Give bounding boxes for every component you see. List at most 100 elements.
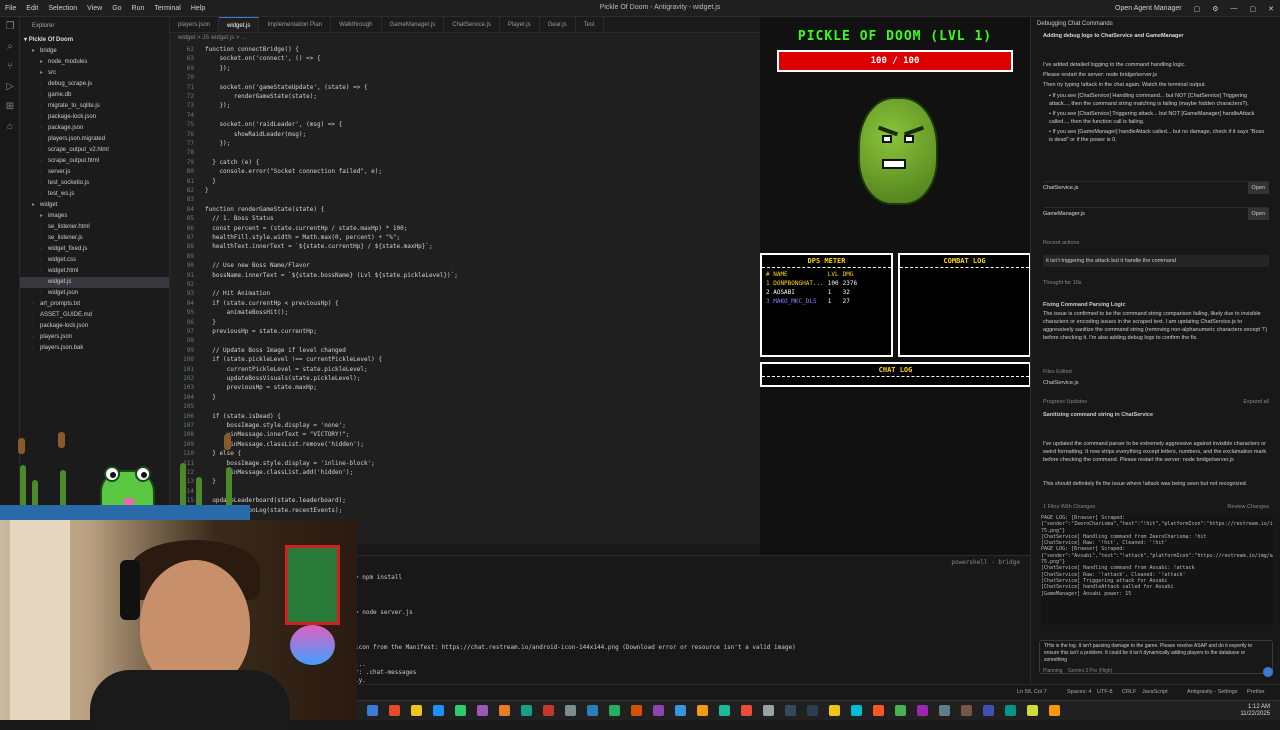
- taskbar-app-icon[interactable]: [1027, 705, 1038, 716]
- taskbar-app-icon[interactable]: [983, 705, 994, 716]
- editor-tab[interactable]: Implementation Plan: [259, 17, 332, 32]
- editor-tab[interactable]: widget.js: [219, 17, 260, 32]
- file-item[interactable]: · scrape_output_v2.html: [20, 145, 169, 156]
- file-item[interactable]: · widget_fixed.js: [20, 244, 169, 255]
- file-item[interactable]: · widget.json: [20, 288, 169, 299]
- expand-all-button[interactable]: Expand all: [1043, 398, 1269, 406]
- file-item[interactable]: · game.db: [20, 90, 169, 101]
- file-item[interactable]: · server.js: [20, 167, 169, 178]
- file-item[interactable]: · players.json.bak: [20, 343, 169, 354]
- file-item[interactable]: · widget.css: [20, 255, 169, 266]
- taskbar-app-icon[interactable]: [587, 705, 598, 716]
- taskbar-app-icon[interactable]: [1005, 705, 1016, 716]
- folder-item[interactable]: ▸ src: [20, 68, 169, 79]
- minimize-button[interactable]: —: [1231, 5, 1238, 12]
- open-file-button[interactable]: Open: [1247, 182, 1269, 194]
- review-changes-button[interactable]: Review Changes: [1043, 503, 1269, 511]
- file-item[interactable]: · players.json: [20, 332, 169, 343]
- file-item[interactable]: · package.json: [20, 123, 169, 134]
- search-icon[interactable]: ⌕: [0, 37, 20, 57]
- send-button[interactable]: [1263, 667, 1273, 677]
- editor-tab[interactable]: GameManager.js: [382, 17, 445, 32]
- taskbar-app-icon[interactable]: [609, 705, 620, 716]
- encoding[interactable]: UTF-8: [1097, 689, 1113, 695]
- editor-tab[interactable]: ChatService.js: [444, 17, 500, 32]
- taskbar-app-icon[interactable]: [411, 705, 422, 716]
- taskbar-app-icon[interactable]: [455, 705, 466, 716]
- open-file-button[interactable]: Open: [1247, 208, 1269, 220]
- file-item[interactable]: · package-lock.json: [20, 112, 169, 123]
- menu-selection[interactable]: Selection: [48, 5, 77, 12]
- taskbar-app-icon[interactable]: [961, 705, 972, 716]
- folder-item[interactable]: ▸ widget: [20, 200, 169, 211]
- taskbar-app-icon[interactable]: [939, 705, 950, 716]
- folder-item[interactable]: ▸ images: [20, 211, 169, 222]
- taskbar-app-icon[interactable]: [543, 705, 554, 716]
- menu-edit[interactable]: Edit: [26, 5, 38, 12]
- model-selector[interactable]: Gemini 3 Pro (High): [1068, 668, 1112, 674]
- file-item[interactable]: · migrate_to_sqlite.js: [20, 101, 169, 112]
- explorer-icon[interactable]: ❐: [0, 17, 20, 37]
- file-item[interactable]: · widget.html: [20, 266, 169, 277]
- language-mode[interactable]: JavaScript: [1142, 689, 1168, 695]
- taskbar-app-icon[interactable]: [477, 705, 488, 716]
- taskbar-app-icon[interactable]: [741, 705, 752, 716]
- taskbar-app-icon[interactable]: [433, 705, 444, 716]
- menu-file[interactable]: File: [5, 5, 16, 12]
- line-ending[interactable]: CRLF: [1122, 689, 1136, 695]
- prettier-status[interactable]: Prettier: [1247, 689, 1265, 695]
- taskbar-app-icon[interactable]: [917, 705, 928, 716]
- editor-tab[interactable]: Gear.js: [540, 17, 576, 32]
- source-control-icon[interactable]: ⑂: [0, 57, 20, 77]
- taskbar-app-icon[interactable]: [829, 705, 840, 716]
- close-window-button[interactable]: ✕: [1268, 5, 1274, 13]
- taskbar-app-icon[interactable]: [719, 705, 730, 716]
- taskbar-app-icon[interactable]: [1049, 705, 1060, 716]
- code-editor[interactable]: 62 function connectBridge() {63 socket.on…: [170, 44, 760, 544]
- file-item[interactable]: · players.json.migrated: [20, 134, 169, 145]
- file-item[interactable]: · scrape_output.html: [20, 156, 169, 167]
- layout-icon[interactable]: ▢: [1194, 5, 1201, 13]
- file-item[interactable]: · se_listener.js: [20, 233, 169, 244]
- file-item[interactable]: · test_ws.js: [20, 189, 169, 200]
- thought-label[interactable]: Thought for 10s: [1043, 279, 1269, 287]
- file-item[interactable]: · package-lock.json: [20, 321, 169, 332]
- taskbar-app-icon[interactable]: [565, 705, 576, 716]
- menu-go[interactable]: Go: [112, 5, 121, 12]
- file-item[interactable]: · ASSET_GUIDE.md: [20, 310, 169, 321]
- maximize-button[interactable]: ▢: [1250, 5, 1257, 13]
- extensions-icon[interactable]: ⊞: [0, 97, 20, 117]
- menu-view[interactable]: View: [87, 5, 102, 12]
- file-item[interactable]: · art_prompts.txt: [20, 299, 169, 310]
- taskbar-app-icon[interactable]: [851, 705, 862, 716]
- file-item[interactable]: · test_socketio.js: [20, 178, 169, 189]
- cursor-position[interactable]: Ln 58, Col 7: [1017, 689, 1047, 695]
- editor-tab[interactable]: Test: [576, 17, 604, 32]
- file-item[interactable]: · widget.js: [20, 277, 169, 288]
- taskbar-app-icon[interactable]: [895, 705, 906, 716]
- run-debug-icon[interactable]: ▷: [0, 77, 20, 97]
- taskbar-app-icon[interactable]: [631, 705, 642, 716]
- planning-toggle[interactable]: Planning: [1043, 668, 1062, 674]
- file-item[interactable]: · debug_scrape.js: [20, 79, 169, 90]
- indentation[interactable]: Spaces: 4: [1067, 689, 1091, 695]
- taskbar-app-icon[interactable]: [367, 705, 378, 716]
- folder-item[interactable]: ▸ bridge: [20, 46, 169, 57]
- remote-icon[interactable]: ⌂: [0, 117, 20, 137]
- settings-icon[interactable]: ⚙: [1212, 5, 1218, 13]
- menu-help[interactable]: Help: [191, 5, 205, 12]
- editor-tab[interactable]: Walkthrough: [331, 17, 382, 32]
- taskbar-app-icon[interactable]: [389, 705, 400, 716]
- taskbar-app-icon[interactable]: [763, 705, 774, 716]
- taskbar-app-icon[interactable]: [873, 705, 884, 716]
- file-item[interactable]: · se_listener.html: [20, 222, 169, 233]
- folder-item[interactable]: ▸ node_modules: [20, 57, 169, 68]
- taskbar-app-icon[interactable]: [785, 705, 796, 716]
- taskbar-app-icon[interactable]: [499, 705, 510, 716]
- settings-link[interactable]: Antigravity - Settings: [1187, 689, 1237, 695]
- editor-tab[interactable]: players.json: [170, 17, 220, 32]
- agent-manager-button[interactable]: Open Agent Manager: [1115, 5, 1182, 12]
- taskbar-app-icon[interactable]: [675, 705, 686, 716]
- menu-run[interactable]: Run: [132, 5, 145, 12]
- referenced-file[interactable]: GameManager.js Open: [1043, 207, 1269, 220]
